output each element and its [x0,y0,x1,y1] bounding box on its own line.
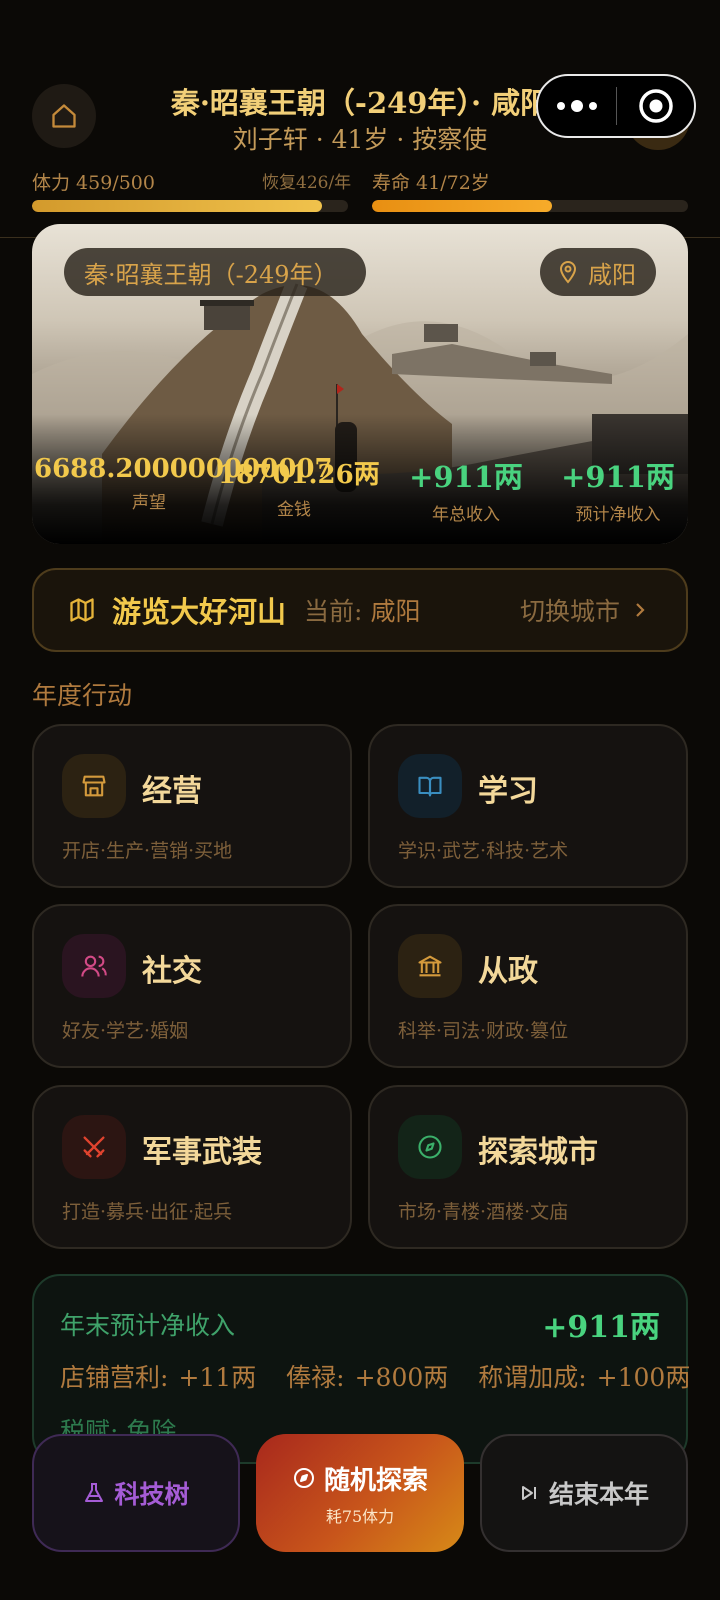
action-desc: 打造·募兵·出征·起兵 [62,1201,233,1223]
more-dot-icon [557,102,565,110]
recovery-label: 恢复426/年 [262,173,352,193]
action-card-business[interactable]: 经营 开店·生产·营销·买地 [32,724,352,888]
more-menu-button[interactable] [538,100,616,112]
action-name: 从政 [478,954,538,989]
action-desc: 市场·青楼·酒楼·文庙 [398,1201,569,1223]
hero-banner: 秦·昭襄王朝（-249年） 咸阳 6688.200000000007 声望 18… [32,224,688,544]
shop-profit-value: +11两 [178,1363,257,1392]
net-income-value: +911两 [561,460,675,494]
target-icon [638,89,673,123]
action-desc: 开店·生产·营销·买地 [62,840,233,862]
shop-profit: 店铺营利: +11两 [60,1363,256,1392]
miniprogram-capsule [536,74,696,138]
random-explore-label: 随机探索 [323,1465,428,1496]
compass-icon [398,1115,462,1179]
book-icon [398,754,462,818]
current-city-value: 咸阳 [370,597,421,626]
tech-tree-button[interactable]: 科技树 [32,1434,240,1552]
map-icon [70,598,94,622]
income-total: +911两 [542,1310,660,1345]
action-card-explore-city[interactable]: 探索城市 市场·青楼·酒楼·文庙 [368,1085,688,1249]
lifespan-label: 寿命 41/72岁 [372,172,490,194]
users-icon [62,934,126,998]
salary-value: +800两 [354,1363,449,1392]
net-income-label: 预计净收入 [575,505,661,525]
location-pin-icon [559,261,577,284]
switch-city-button[interactable]: 切换城市 [520,592,620,628]
government-building-icon [398,934,462,998]
current-city-label: 当前: [304,597,363,626]
era-tag: 秦·昭襄王朝（-249年） [64,248,366,296]
city-tag-label: 咸阳 [588,260,636,289]
compass-icon [293,1468,314,1488]
action-desc: 学识·武艺·科技·艺术 [398,840,569,862]
crossed-swords-icon [62,1115,126,1179]
random-explore-cost: 耗75体力 [325,1506,395,1526]
stamina-label: 体力 459/500 [32,172,155,194]
shop-profit-label: 店铺营利: [60,1363,169,1392]
hero-stats: 6688.200000000007 声望 18701.26两 金钱 +911两 … [32,454,688,525]
stamina-bar [32,200,348,212]
travel-bar[interactable]: 游览大好河山 当前: 咸阳 切换城市 [32,568,688,652]
top-status-area: 秦·昭襄王朝（-249年）· 咸阳 刘子轩 · 41岁 · 按察使 体力 459… [0,0,720,238]
end-year-button[interactable]: 结束本年 [480,1434,688,1552]
title-bonus-value: +100两 [596,1363,691,1392]
action-name: 学习 [478,774,538,809]
action-desc: 科举·司法·财政·篡位 [398,1020,569,1042]
close-miniprogram-button[interactable] [617,87,694,125]
title-bonus-label: 称谓加成: [478,1363,587,1392]
action-card-military[interactable]: 军事武装 打造·募兵·出征·起兵 [32,1085,352,1249]
section-title-annual-actions: 年度行动 [32,681,133,710]
more-dot-icon [589,102,597,110]
lifespan-bar-fill [372,200,552,212]
money-stat: 18701.26两 金钱 [218,454,380,520]
salary-label: 俸禄: [286,1363,345,1392]
action-name: 经营 [142,774,202,809]
end-year-label: 结束本年 [548,1480,649,1509]
action-desc: 好友·学艺·婚姻 [62,1020,189,1042]
annual-income-label: 年总收入 [432,505,500,525]
action-name: 探索城市 [478,1135,598,1170]
money-value: 18701.26两 [218,460,380,490]
chevron-right-icon [636,603,645,617]
money-label: 金钱 [277,500,311,520]
action-card-study[interactable]: 学习 学识·武艺·科技·艺术 [368,724,688,888]
shop-icon [62,754,126,818]
action-name: 社交 [142,954,202,989]
flask-icon [85,1483,104,1502]
random-explore-row: 随机探索 [292,1460,428,1497]
income-breakdown: 店铺营利: +11两 俸禄: +800两 称谓加成: +100两 [60,1358,712,1394]
action-card-politics[interactable]: 从政 科举·司法·财政·篡位 [368,904,688,1068]
action-name: 军事武装 [142,1135,262,1170]
annual-income-stat: +911两 年总收入 [390,454,542,525]
income-title: 年末预计净收入 [60,1311,236,1340]
annual-income-value: +911两 [409,460,523,494]
random-explore-button[interactable]: 随机探索 耗75体力 [256,1434,464,1552]
tech-tree-label: 科技树 [114,1480,190,1509]
salary: 俸禄: +800两 [286,1363,448,1392]
net-income-stat: +911两 预计净收入 [542,454,688,525]
stamina-bar-fill [32,200,323,212]
title-bonus: 称谓加成: +100两 [478,1363,690,1392]
action-card-social[interactable]: 社交 好友·学艺·婚姻 [32,904,352,1068]
travel-title: 游览大好河山 [112,595,287,629]
skip-forward-icon [521,1486,536,1500]
more-dot-icon [571,100,583,112]
city-tag[interactable]: 咸阳 [540,248,656,296]
lifespan-bar [372,200,688,212]
